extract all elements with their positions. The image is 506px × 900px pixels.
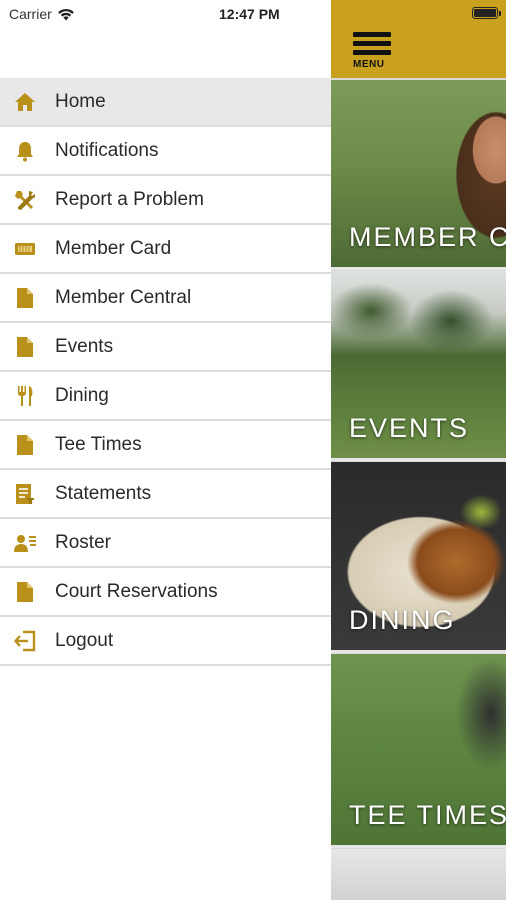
tile-label: TEE TIMES <box>349 800 506 830</box>
drawer-item-label: Member Central <box>55 286 192 308</box>
drawer-item-label: Tee Times <box>55 433 142 455</box>
drawer-item-home[interactable]: Home <box>0 78 331 127</box>
drawer-item-member-card[interactable]: Member Card <box>0 225 331 274</box>
card-icon <box>13 237 37 261</box>
drawer-item-label: Court Reservations <box>55 580 218 602</box>
logout-icon <box>13 629 37 653</box>
drawer-item-tee-times[interactable]: Tee Times <box>0 421 331 470</box>
drawer-item-statements[interactable]: Statements <box>0 470 331 519</box>
drawer-item-events[interactable]: Events <box>0 323 331 372</box>
main-panel: MENU MEMBER CENTRAL EVENTS DINING TEE TI… <box>331 0 506 900</box>
tile-tee-times[interactable]: TEE TIMES <box>331 654 506 848</box>
top-bar: MENU <box>331 0 506 78</box>
drawer-item-label: Events <box>55 335 114 357</box>
drawer-item-label: Statements <box>55 482 152 504</box>
drawer-item-logout[interactable]: Logout <box>0 617 331 666</box>
tile-events[interactable]: EVENTS <box>331 271 506 461</box>
tile-next[interactable] <box>331 849 506 900</box>
tile-label: DINING <box>349 605 456 635</box>
drawer-item-label: Roster <box>55 531 111 553</box>
document-icon <box>13 335 37 359</box>
hamburger-icon-bar <box>353 50 391 55</box>
utensils-icon <box>13 384 37 408</box>
drawer-item-court-reservations[interactable]: Court Reservations <box>0 568 331 617</box>
document-icon <box>13 580 37 604</box>
tile-label: MEMBER CENTRAL <box>349 222 506 252</box>
drawer-item-label: Report a Problem <box>55 188 204 210</box>
drawer-item-notifications[interactable]: Notifications <box>0 127 331 176</box>
hamburger-icon-bar <box>353 41 391 46</box>
drawer-menu: Home Notifications Report a Problem Memb… <box>0 78 331 666</box>
drawer-item-label: Home <box>55 90 106 112</box>
tile-member-central[interactable]: MEMBER CENTRAL <box>331 80 506 270</box>
drawer-item-report-problem[interactable]: Report a Problem <box>0 176 331 225</box>
menu-button[interactable]: MENU <box>353 32 393 74</box>
bell-icon <box>13 139 37 163</box>
home-icon <box>13 90 37 114</box>
drawer-item-label: Logout <box>55 629 114 651</box>
drawer-item-roster[interactable]: Roster <box>0 519 331 568</box>
drawer-item-member-central[interactable]: Member Central <box>0 274 331 323</box>
tile-label: EVENTS <box>349 413 470 443</box>
drawer-item-label: Member Card <box>55 237 172 259</box>
drawer-item-label: Dining <box>55 384 109 406</box>
statement-icon <box>13 482 37 506</box>
drawer-item-label: Notifications <box>55 139 159 161</box>
menu-button-label: MENU <box>353 59 385 70</box>
tile-dining[interactable]: DINING <box>331 462 506 653</box>
roster-icon <box>13 531 37 555</box>
document-icon <box>13 286 37 310</box>
hamburger-icon <box>353 32 391 37</box>
drawer-item-dining[interactable]: Dining <box>0 372 331 421</box>
tools-icon <box>13 188 37 212</box>
side-drawer: Home Notifications Report a Problem Memb… <box>0 0 331 900</box>
document-icon <box>13 433 37 457</box>
